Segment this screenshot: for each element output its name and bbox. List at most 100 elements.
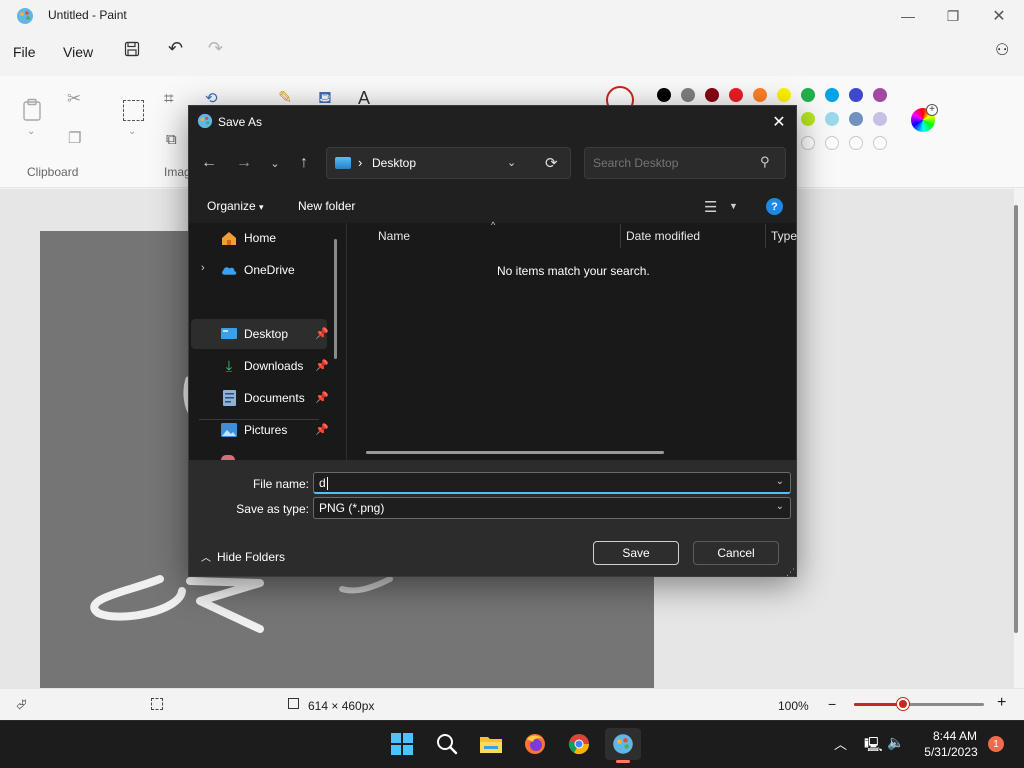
search-icon[interactable]: ⚲ [760,154,770,170]
color-swatch[interactable] [801,88,815,102]
redo-icon[interactable]: ↷ [208,38,223,59]
clock-date[interactable]: 5/31/2023 [921,745,981,759]
column-header-type[interactable]: Type [771,229,797,243]
zoom-out-icon[interactable]: − [828,696,836,712]
chevron-down-icon[interactable]: ⌄ [776,501,784,512]
save-as-type-select[interactable]: PNG (*.png) ⌄ [313,497,791,519]
organize-button[interactable]: Organize ▾ [207,199,264,213]
close-icon: ✕ [992,8,1006,25]
nav-item-home[interactable]: Home [191,223,327,253]
file-explorer-button[interactable] [473,728,509,760]
color-swatch[interactable] [825,88,839,102]
file-name-label: File name: [252,477,309,491]
recent-locations-button[interactable]: ⌄ [262,150,288,176]
cancel-button[interactable]: Cancel [693,541,779,565]
view-options-icon[interactable]: ☰ [704,198,717,216]
notification-badge[interactable]: 1 [988,736,1004,752]
resize-icon[interactable]: ⧉ [166,131,177,148]
custom-color-slot[interactable] [849,136,863,150]
save-button[interactable]: Save [593,541,679,565]
volume-icon[interactable]: 🔈 [887,734,904,751]
color-swatch[interactable] [657,88,671,102]
color-swatch[interactable] [825,112,839,126]
view-chevron-icon[interactable]: ▼ [729,201,738,211]
taskbar-search-button[interactable] [429,728,465,760]
select-chevron-icon[interactable]: ⌄ [128,126,136,137]
add-color-icon[interactable]: + [926,104,938,116]
nav-item-documents[interactable]: Documents 📌 [191,383,329,413]
color-swatch[interactable] [729,88,743,102]
nav-item-pictures[interactable]: Pictures 📌 [191,415,329,445]
paste-chevron-icon[interactable]: ⌄ [27,126,35,137]
start-button[interactable] [384,728,420,760]
crop-icon[interactable]: ⌗ [164,89,174,109]
clock-time[interactable]: 8:44 AM [932,729,978,743]
color-swatch[interactable] [753,88,767,102]
menu-file[interactable]: File [13,44,36,60]
custom-color-slot[interactable] [825,136,839,150]
resize-grip-icon[interactable]: ⋰ [786,567,795,578]
image-group-label: Imag [164,165,191,179]
forward-button[interactable]: → [231,150,257,176]
nav-pane-scrollbar[interactable] [334,239,337,359]
firefox-button[interactable] [517,728,553,760]
color-swatch[interactable] [849,88,863,102]
file-name-input[interactable]: d ⌄ [313,472,791,494]
column-header-name[interactable]: Name [378,229,410,243]
chevron-down-icon[interactable]: ⌄ [776,476,784,487]
column-divider[interactable] [765,224,766,248]
chrome-button[interactable] [561,728,597,760]
zoom-in-icon[interactable]: + [997,694,1006,712]
column-divider[interactable] [620,224,621,248]
expand-chevron-icon[interactable]: › [201,262,205,274]
color-swatch[interactable] [873,88,887,102]
hide-folders-button[interactable]: ︿ Hide Folders [201,549,285,564]
search-box[interactable]: ⚲ [584,147,786,179]
color-swatch[interactable] [849,112,863,126]
color-swatch[interactable] [873,112,887,126]
dialog-close-button[interactable]: ✕ [764,109,794,135]
show-hidden-icons-chevron[interactable]: ︿ [834,734,847,753]
restore-button[interactable]: ❐ [930,0,976,32]
up-button[interactable]: ↑ [291,150,317,176]
cut-icon[interactable]: ✂ [67,89,81,109]
chrome-icon [568,734,590,755]
close-window-button[interactable]: ✕ [976,0,1022,32]
nav-item-desktop[interactable]: Desktop 📌 [191,319,329,349]
select-icon[interactable] [123,100,144,121]
search-input[interactable] [593,156,753,170]
paint-taskbar-button[interactable] [605,728,641,760]
undo-icon[interactable]: ↶ [168,38,183,59]
cloud-icon [221,262,237,278]
file-list[interactable] [347,223,796,460]
help-icon[interactable]: ? [766,198,783,215]
network-icon[interactable]: 🖳 [864,734,883,758]
color-swatch[interactable] [801,112,815,126]
breadcrumb-desktop[interactable]: Desktop [372,156,416,170]
back-button[interactable]: ← [196,150,222,176]
refresh-icon[interactable]: ⟳ [545,154,558,172]
share-icon[interactable]: ⚇ [995,40,1009,60]
vertical-scrollbar[interactable] [1014,205,1018,633]
column-header-date-modified[interactable]: Date modified [626,229,700,243]
nav-item-downloads[interactable]: ⤓ Downloads 📌 [191,351,329,381]
color-swatch[interactable] [705,88,719,102]
color-swatch[interactable] [681,88,695,102]
nav-item-onedrive[interactable]: › OneDrive [191,255,327,285]
new-folder-button[interactable]: New folder [298,199,355,213]
color-swatch[interactable] [777,88,791,102]
horizontal-scrollbar[interactable] [366,451,664,454]
custom-color-slot[interactable] [801,136,815,150]
copy-icon[interactable]: ❐ [68,129,81,147]
pin-icon: 📌 [315,360,329,372]
minimize-button[interactable]: — [885,0,931,32]
address-history-chevron-icon[interactable]: ⌄ [507,156,516,169]
breadcrumb-separator: › [358,155,363,170]
address-bar[interactable]: › Desktop ⌄ ⟳ [326,147,571,179]
zoom-percent[interactable]: 100% [778,699,809,713]
menu-view[interactable]: View [63,44,93,60]
file-name-value: d [319,476,326,490]
paste-icon[interactable] [22,98,42,128]
custom-color-slot[interactable] [873,136,887,150]
save-icon[interactable] [124,41,140,62]
